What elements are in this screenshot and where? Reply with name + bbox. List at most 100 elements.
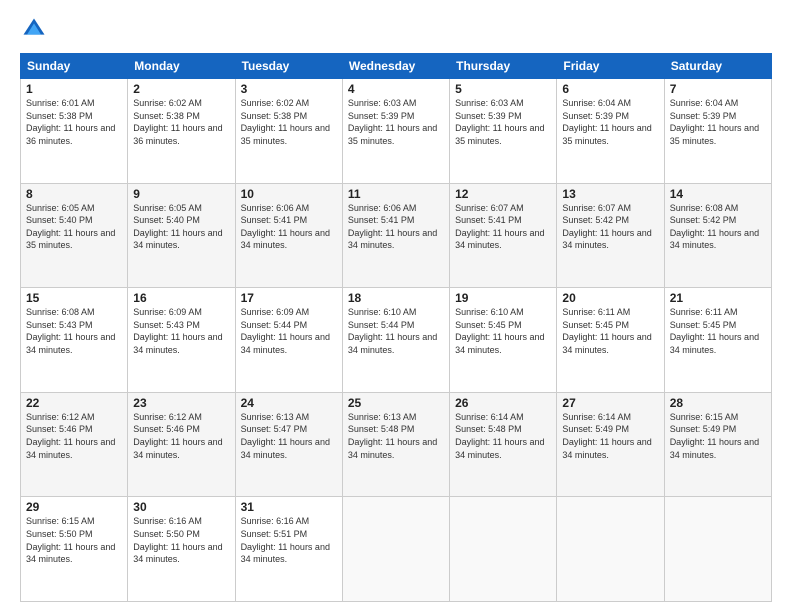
day-number: 4 <box>348 82 444 96</box>
day-info: Sunrise: 6:06 AMSunset: 5:41 PMDaylight:… <box>348 202 444 252</box>
day-number: 3 <box>241 82 337 96</box>
day-header: Friday <box>557 54 664 79</box>
calendar-cell: 16Sunrise: 6:09 AMSunset: 5:43 PMDayligh… <box>128 288 235 393</box>
day-number: 6 <box>562 82 658 96</box>
calendar-cell: 23Sunrise: 6:12 AMSunset: 5:46 PMDayligh… <box>128 392 235 497</box>
day-number: 12 <box>455 187 551 201</box>
day-info: Sunrise: 6:12 AMSunset: 5:46 PMDaylight:… <box>26 411 122 461</box>
calendar-cell <box>342 497 449 602</box>
day-number: 27 <box>562 396 658 410</box>
calendar-cell: 27Sunrise: 6:14 AMSunset: 5:49 PMDayligh… <box>557 392 664 497</box>
day-info: Sunrise: 6:02 AMSunset: 5:38 PMDaylight:… <box>133 97 229 147</box>
day-info: Sunrise: 6:03 AMSunset: 5:39 PMDaylight:… <box>455 97 551 147</box>
calendar-header-row: SundayMondayTuesdayWednesdayThursdayFrid… <box>21 54 772 79</box>
day-info: Sunrise: 6:07 AMSunset: 5:41 PMDaylight:… <box>455 202 551 252</box>
header <box>20 15 772 43</box>
day-number: 28 <box>670 396 766 410</box>
calendar-cell: 7Sunrise: 6:04 AMSunset: 5:39 PMDaylight… <box>664 79 771 184</box>
calendar-week-row: 29Sunrise: 6:15 AMSunset: 5:50 PMDayligh… <box>21 497 772 602</box>
calendar-week-row: 8Sunrise: 6:05 AMSunset: 5:40 PMDaylight… <box>21 183 772 288</box>
day-info: Sunrise: 6:10 AMSunset: 5:44 PMDaylight:… <box>348 306 444 356</box>
calendar-cell: 2Sunrise: 6:02 AMSunset: 5:38 PMDaylight… <box>128 79 235 184</box>
calendar-cell: 11Sunrise: 6:06 AMSunset: 5:41 PMDayligh… <box>342 183 449 288</box>
day-info: Sunrise: 6:04 AMSunset: 5:39 PMDaylight:… <box>670 97 766 147</box>
day-info: Sunrise: 6:10 AMSunset: 5:45 PMDaylight:… <box>455 306 551 356</box>
day-info: Sunrise: 6:13 AMSunset: 5:47 PMDaylight:… <box>241 411 337 461</box>
day-header: Sunday <box>21 54 128 79</box>
calendar-cell: 10Sunrise: 6:06 AMSunset: 5:41 PMDayligh… <box>235 183 342 288</box>
calendar-cell: 14Sunrise: 6:08 AMSunset: 5:42 PMDayligh… <box>664 183 771 288</box>
calendar-cell: 20Sunrise: 6:11 AMSunset: 5:45 PMDayligh… <box>557 288 664 393</box>
day-info: Sunrise: 6:16 AMSunset: 5:50 PMDaylight:… <box>133 515 229 565</box>
day-info: Sunrise: 6:09 AMSunset: 5:43 PMDaylight:… <box>133 306 229 356</box>
day-header: Wednesday <box>342 54 449 79</box>
day-info: Sunrise: 6:15 AMSunset: 5:50 PMDaylight:… <box>26 515 122 565</box>
day-number: 20 <box>562 291 658 305</box>
calendar-cell <box>664 497 771 602</box>
day-info: Sunrise: 6:07 AMSunset: 5:42 PMDaylight:… <box>562 202 658 252</box>
day-number: 10 <box>241 187 337 201</box>
calendar-cell: 6Sunrise: 6:04 AMSunset: 5:39 PMDaylight… <box>557 79 664 184</box>
day-info: Sunrise: 6:12 AMSunset: 5:46 PMDaylight:… <box>133 411 229 461</box>
day-number: 25 <box>348 396 444 410</box>
day-number: 15 <box>26 291 122 305</box>
day-info: Sunrise: 6:15 AMSunset: 5:49 PMDaylight:… <box>670 411 766 461</box>
day-info: Sunrise: 6:06 AMSunset: 5:41 PMDaylight:… <box>241 202 337 252</box>
calendar-cell: 30Sunrise: 6:16 AMSunset: 5:50 PMDayligh… <box>128 497 235 602</box>
calendar-cell: 13Sunrise: 6:07 AMSunset: 5:42 PMDayligh… <box>557 183 664 288</box>
calendar-cell: 31Sunrise: 6:16 AMSunset: 5:51 PMDayligh… <box>235 497 342 602</box>
day-number: 26 <box>455 396 551 410</box>
calendar-cell: 4Sunrise: 6:03 AMSunset: 5:39 PMDaylight… <box>342 79 449 184</box>
day-info: Sunrise: 6:05 AMSunset: 5:40 PMDaylight:… <box>133 202 229 252</box>
logo <box>20 15 52 43</box>
calendar-cell: 12Sunrise: 6:07 AMSunset: 5:41 PMDayligh… <box>450 183 557 288</box>
day-info: Sunrise: 6:14 AMSunset: 5:49 PMDaylight:… <box>562 411 658 461</box>
calendar-week-row: 1Sunrise: 6:01 AMSunset: 5:38 PMDaylight… <box>21 79 772 184</box>
day-number: 24 <box>241 396 337 410</box>
day-number: 9 <box>133 187 229 201</box>
calendar-week-row: 22Sunrise: 6:12 AMSunset: 5:46 PMDayligh… <box>21 392 772 497</box>
calendar-cell: 22Sunrise: 6:12 AMSunset: 5:46 PMDayligh… <box>21 392 128 497</box>
day-number: 13 <box>562 187 658 201</box>
calendar-cell: 18Sunrise: 6:10 AMSunset: 5:44 PMDayligh… <box>342 288 449 393</box>
day-info: Sunrise: 6:08 AMSunset: 5:42 PMDaylight:… <box>670 202 766 252</box>
day-info: Sunrise: 6:08 AMSunset: 5:43 PMDaylight:… <box>26 306 122 356</box>
calendar-cell: 25Sunrise: 6:13 AMSunset: 5:48 PMDayligh… <box>342 392 449 497</box>
day-info: Sunrise: 6:02 AMSunset: 5:38 PMDaylight:… <box>241 97 337 147</box>
day-info: Sunrise: 6:16 AMSunset: 5:51 PMDaylight:… <box>241 515 337 565</box>
day-info: Sunrise: 6:11 AMSunset: 5:45 PMDaylight:… <box>562 306 658 356</box>
calendar-cell: 15Sunrise: 6:08 AMSunset: 5:43 PMDayligh… <box>21 288 128 393</box>
day-header: Tuesday <box>235 54 342 79</box>
day-number: 30 <box>133 500 229 514</box>
calendar-cell: 1Sunrise: 6:01 AMSunset: 5:38 PMDaylight… <box>21 79 128 184</box>
calendar-cell <box>450 497 557 602</box>
day-info: Sunrise: 6:03 AMSunset: 5:39 PMDaylight:… <box>348 97 444 147</box>
calendar-cell: 21Sunrise: 6:11 AMSunset: 5:45 PMDayligh… <box>664 288 771 393</box>
day-number: 11 <box>348 187 444 201</box>
day-number: 5 <box>455 82 551 96</box>
calendar-cell: 8Sunrise: 6:05 AMSunset: 5:40 PMDaylight… <box>21 183 128 288</box>
day-info: Sunrise: 6:13 AMSunset: 5:48 PMDaylight:… <box>348 411 444 461</box>
calendar-cell: 26Sunrise: 6:14 AMSunset: 5:48 PMDayligh… <box>450 392 557 497</box>
day-number: 17 <box>241 291 337 305</box>
page: SundayMondayTuesdayWednesdayThursdayFrid… <box>0 0 792 612</box>
calendar-week-row: 15Sunrise: 6:08 AMSunset: 5:43 PMDayligh… <box>21 288 772 393</box>
day-number: 18 <box>348 291 444 305</box>
day-number: 29 <box>26 500 122 514</box>
day-info: Sunrise: 6:14 AMSunset: 5:48 PMDaylight:… <box>455 411 551 461</box>
day-number: 7 <box>670 82 766 96</box>
day-info: Sunrise: 6:04 AMSunset: 5:39 PMDaylight:… <box>562 97 658 147</box>
day-info: Sunrise: 6:01 AMSunset: 5:38 PMDaylight:… <box>26 97 122 147</box>
calendar-cell: 28Sunrise: 6:15 AMSunset: 5:49 PMDayligh… <box>664 392 771 497</box>
calendar-cell: 17Sunrise: 6:09 AMSunset: 5:44 PMDayligh… <box>235 288 342 393</box>
day-info: Sunrise: 6:09 AMSunset: 5:44 PMDaylight:… <box>241 306 337 356</box>
day-number: 16 <box>133 291 229 305</box>
day-number: 2 <box>133 82 229 96</box>
day-info: Sunrise: 6:05 AMSunset: 5:40 PMDaylight:… <box>26 202 122 252</box>
day-number: 8 <box>26 187 122 201</box>
day-number: 21 <box>670 291 766 305</box>
day-number: 1 <box>26 82 122 96</box>
day-number: 14 <box>670 187 766 201</box>
calendar-cell <box>557 497 664 602</box>
day-header: Thursday <box>450 54 557 79</box>
